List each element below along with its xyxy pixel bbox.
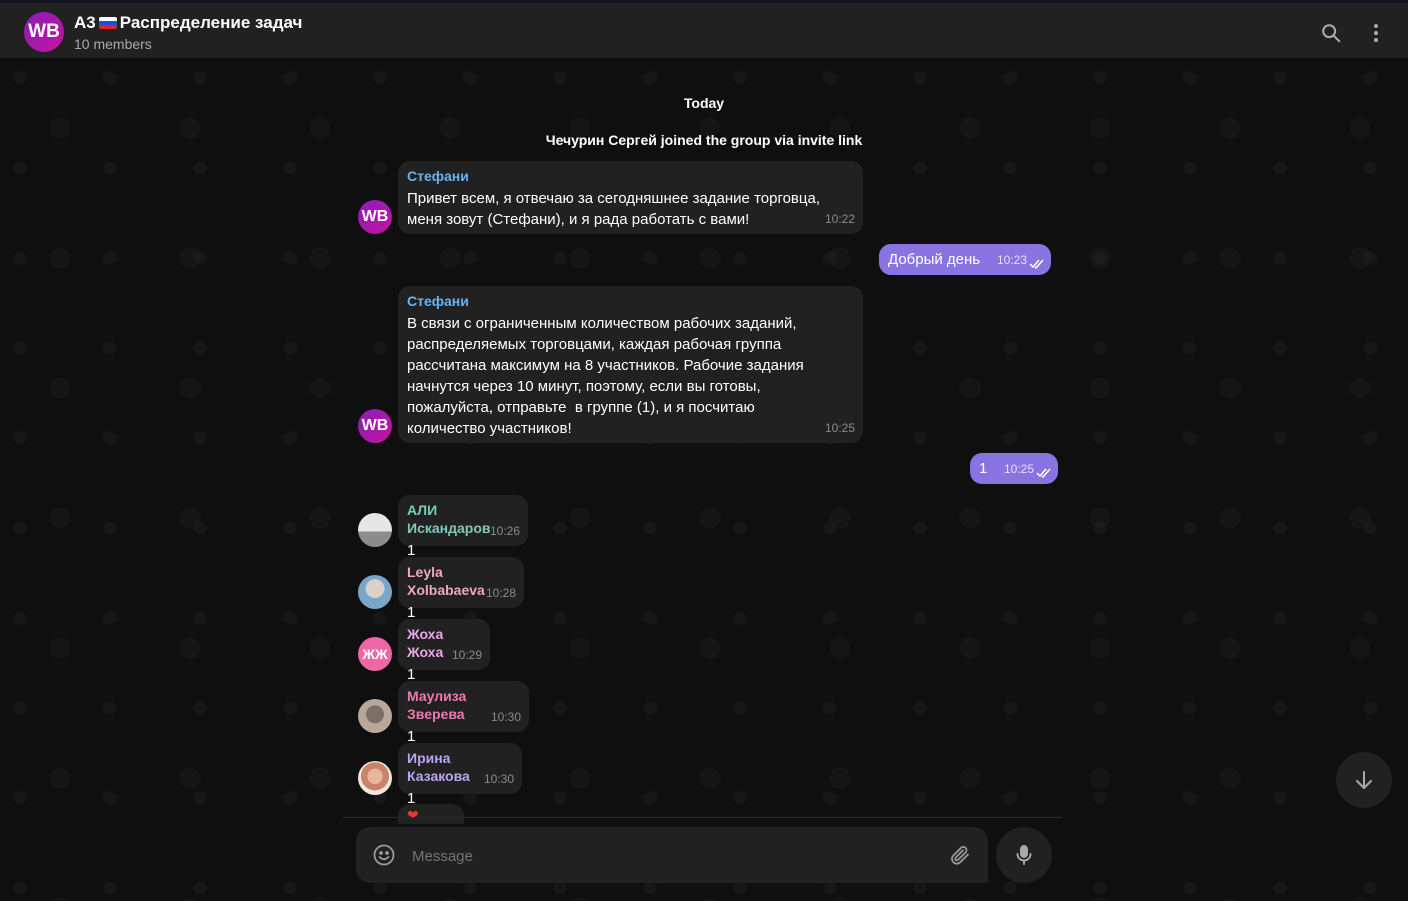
group-title[interactable]: A3 Распределение задач bbox=[74, 13, 302, 33]
incoming-message[interactable]: Стефани Привет всем, я отвечаю за сегодн… bbox=[398, 161, 863, 234]
avatar[interactable]: WB bbox=[358, 409, 392, 443]
message-time: 10:26 bbox=[489, 524, 520, 538]
arrow-down-icon bbox=[1356, 771, 1372, 789]
incoming-message[interactable]: Ирина Казакова 1 10:30 bbox=[398, 743, 522, 807]
message-text: В связи с ограниченным количеством рабоч… bbox=[407, 315, 804, 437]
partial-message[interactable]: ❤ bbox=[398, 804, 464, 824]
message-composer bbox=[356, 827, 988, 883]
avatar[interactable] bbox=[358, 699, 392, 733]
scroll-to-bottom-button[interactable] bbox=[1336, 752, 1392, 808]
group-title-prefix: A3 bbox=[74, 13, 96, 32]
more-options-button[interactable] bbox=[1364, 21, 1388, 45]
message-time: 10:25 bbox=[824, 421, 855, 435]
divider bbox=[343, 817, 1063, 818]
message-time: 10:23 bbox=[996, 253, 1027, 267]
message-input[interactable] bbox=[412, 845, 932, 867]
emoji-button[interactable] bbox=[372, 843, 396, 867]
search-icon bbox=[1322, 24, 1341, 43]
avatar[interactable]: WB bbox=[358, 200, 392, 234]
incoming-message[interactable]: Жоха Жоха 1 10:29 bbox=[398, 619, 490, 683]
outgoing-message[interactable]: 1 10:25 bbox=[970, 453, 1058, 484]
members-count: 10 members bbox=[74, 36, 152, 52]
emoji-icon bbox=[373, 844, 395, 866]
message-list[interactable]: Today Чечурин Сергей joined the group vi… bbox=[0, 58, 1408, 901]
message-time: 10:30 bbox=[490, 710, 521, 724]
double-check-icon bbox=[1029, 259, 1044, 269]
avatar[interactable]: ЖЖ bbox=[358, 637, 392, 671]
message-time: 10:25 bbox=[1003, 462, 1034, 476]
group-avatar[interactable]: WB bbox=[24, 12, 64, 52]
message-time: 10:28 bbox=[485, 586, 516, 600]
message-time: 10:30 bbox=[483, 772, 514, 786]
date-separator: Today bbox=[683, 95, 725, 111]
incoming-message[interactable]: Стефани В связи с ограниченным количеств… bbox=[398, 286, 863, 443]
search-button[interactable] bbox=[1319, 21, 1343, 45]
more-vertical-icon bbox=[1374, 24, 1378, 42]
message-time: 10:22 bbox=[824, 212, 855, 226]
russian-flag-icon bbox=[98, 17, 117, 29]
service-message: Чечурин Сергей joined the group via invi… bbox=[545, 132, 863, 148]
microphone-icon bbox=[1016, 845, 1032, 865]
incoming-message[interactable]: Маулиза Зверева 1 10:30 bbox=[398, 681, 529, 745]
message-sender[interactable]: Стефани bbox=[407, 292, 854, 310]
double-check-icon bbox=[1036, 468, 1051, 478]
message-text: Привет всем, я отвечаю за сегодняшнее за… bbox=[407, 190, 821, 228]
heart-reaction: ❤ bbox=[407, 807, 419, 823]
message-sender[interactable]: Стефани bbox=[407, 167, 854, 185]
message-time: 10:29 bbox=[451, 648, 482, 662]
voice-message-button[interactable] bbox=[996, 827, 1052, 883]
paperclip-icon bbox=[951, 846, 969, 865]
avatar[interactable] bbox=[358, 761, 392, 795]
incoming-message[interactable]: Leyla Xolbabaeva 1 10:28 bbox=[398, 557, 524, 621]
incoming-message[interactable]: АЛИ Искандаров 1 10:26 bbox=[398, 495, 528, 559]
group-title-main: Распределение задач bbox=[119, 13, 303, 32]
avatar[interactable] bbox=[358, 575, 392, 609]
chat-header: WB A3 Распределение задач 10 members bbox=[0, 0, 1408, 58]
outgoing-message[interactable]: Добрый день 10:23 bbox=[879, 244, 1051, 275]
avatar[interactable] bbox=[358, 513, 392, 547]
attach-button[interactable] bbox=[948, 843, 972, 867]
